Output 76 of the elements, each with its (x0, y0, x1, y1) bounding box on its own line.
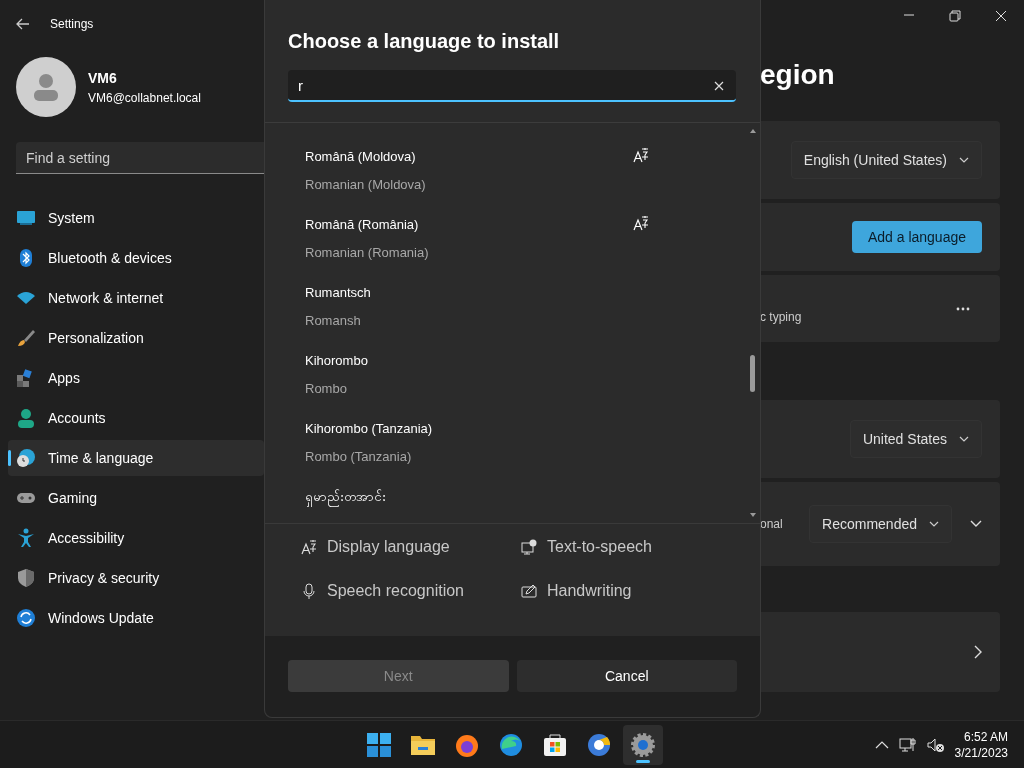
nav-item[interactable]: Personalization (8, 320, 264, 356)
native-name: Kihorombo (305, 352, 369, 370)
volume-muted-icon[interactable] (926, 736, 945, 753)
more-icon[interactable] (956, 306, 970, 311)
nav-icon (16, 328, 36, 348)
feature-label: Text-to-speech (547, 537, 652, 557)
back-arrow-icon[interactable] (16, 18, 30, 30)
feature-icon (301, 539, 317, 555)
feature-icon (521, 583, 537, 599)
settings-gear-icon (629, 730, 657, 759)
language-item[interactable]: Kihorombo (Tanzania) Rombo (Tanzania) (305, 419, 760, 487)
cancel-button[interactable]: Cancel (516, 660, 737, 692)
chevron-right-icon[interactable] (974, 645, 982, 659)
profile-name: VM6 (88, 68, 118, 88)
feature-icon (301, 583, 317, 599)
restore-icon[interactable] (949, 10, 961, 22)
nav-icon (16, 568, 36, 588)
nav-item[interactable]: Bluetooth & devices (8, 240, 264, 276)
page-heading: egion (760, 58, 836, 92)
close-icon[interactable] (995, 10, 1007, 22)
add-language-button[interactable]: Add a language (851, 221, 982, 253)
nav-item[interactable]: Accounts (8, 400, 264, 436)
language-item[interactable]: Română (Moldova) Romanian (Moldova) (305, 147, 760, 215)
nav-icon (16, 408, 36, 428)
network-icon[interactable] (898, 736, 917, 753)
dropdown[interactable]: English (United States) (790, 141, 982, 179)
english-name: Rombo (305, 380, 348, 398)
native-name: ရှမာည်းတအာင်း (305, 487, 633, 507)
avatar[interactable] (16, 57, 76, 117)
nav-item[interactable]: Time & language (8, 440, 264, 476)
nav-item[interactable]: Apps (8, 360, 264, 396)
window-title: Settings (50, 16, 94, 33)
dropdown[interactable]: United States (849, 420, 982, 458)
chevron-up-icon[interactable] (874, 740, 889, 749)
feature-label: Speech recognition (327, 581, 464, 601)
chevron-down-icon (959, 157, 969, 163)
card-description: c typing (760, 308, 802, 326)
nav-item[interactable]: Accessibility (8, 520, 264, 556)
language-item[interactable]: Rumantsch Romansh (305, 283, 760, 351)
nav-icon (16, 448, 36, 468)
nav-icon (16, 528, 36, 548)
clock[interactable]: 6:52 AM 3/21/2023 (954, 728, 1008, 761)
nav-item[interactable]: Gaming (8, 480, 264, 516)
english-name: Rombo (Tanzania) (305, 448, 413, 466)
windows-start-icon (365, 730, 393, 759)
native-name: Kihorombo (Tanzania) (305, 420, 434, 438)
language-item[interactable]: Română (România) Romanian (Romania) (305, 215, 760, 283)
language-search-field[interactable]: r (288, 70, 736, 102)
native-name: Română (Moldova) (305, 148, 417, 166)
english-name: Romansh (305, 312, 362, 330)
nav-icon (16, 608, 36, 628)
clear-icon[interactable] (714, 81, 724, 91)
chevron-down-icon (929, 521, 939, 527)
nav-item[interactable]: Windows Update (8, 600, 264, 636)
native-name: Rumantsch (305, 284, 372, 302)
profile-email: VM6@collabnet.local (88, 89, 201, 107)
feature-icon (521, 539, 537, 555)
card-description: onal (760, 516, 783, 533)
scrollbar[interactable] (748, 127, 758, 519)
nav-icon (16, 208, 36, 228)
feature-label: Handwriting (547, 581, 632, 601)
feature-label: Display language (327, 537, 450, 557)
chevron-down-icon (959, 436, 969, 442)
language-item[interactable]: ရှမာည်းတအာင်း (305, 487, 760, 523)
dialog-title: Choose a language to install (288, 29, 561, 54)
search-field[interactable]: Find a setting (16, 142, 264, 174)
english-name: Romanian (Romania) (305, 244, 430, 262)
nav-item[interactable]: Network & internet (8, 280, 264, 316)
native-name: Română (România) (305, 216, 420, 234)
dropdown[interactable]: Recommended (809, 505, 952, 543)
nav-item[interactable]: System (8, 200, 264, 236)
expand-icon[interactable] (970, 520, 982, 528)
english-name: Romanian (Moldova) (305, 176, 427, 194)
nav-item[interactable]: Privacy & security (8, 560, 264, 596)
taskbar-app[interactable] (623, 724, 663, 765)
language-item[interactable]: Kihorombo Rombo (305, 351, 760, 419)
